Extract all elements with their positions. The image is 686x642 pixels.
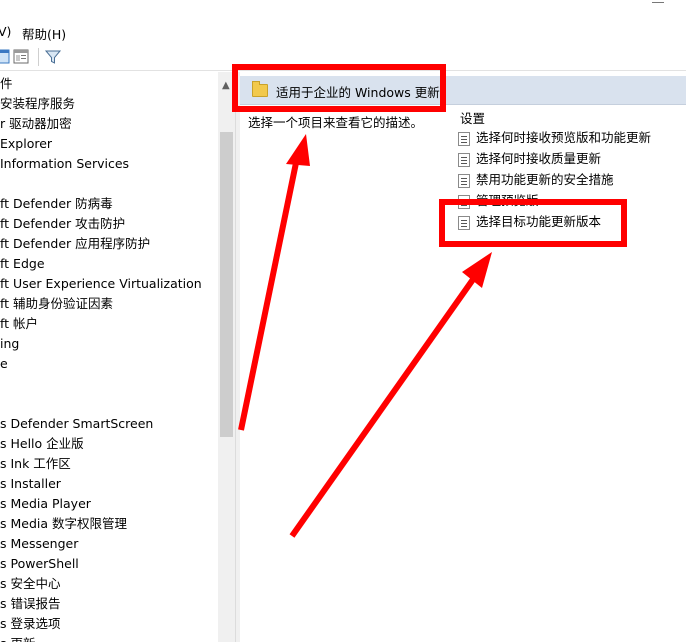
tree-item[interactable]: e: [0, 354, 8, 374]
annotation-box-setting: [439, 199, 627, 247]
menu-help[interactable]: 帮助(H): [22, 24, 66, 43]
tree-scrollbar[interactable]: ▲: [218, 72, 235, 642]
policy-setting-label: 选择何时接收质量更新: [476, 151, 602, 166]
details-pane: 适用于企业的 Windows 更新 选择一个项目来查看它的描述。 设置 选择何时…: [240, 72, 686, 642]
filter-icon[interactable]: [44, 48, 62, 66]
tree-item[interactable]: Information Services: [0, 154, 129, 174]
gpedit-window: V) 帮助(H) 件 安装程序服务 r 驱动器加密 Explorer Infor…: [0, 0, 686, 642]
tree-item[interactable]: ft 帐户: [0, 314, 38, 334]
tree-item[interactable]: s Ink 工作区: [0, 454, 71, 474]
scroll-up-icon[interactable]: ▲: [222, 80, 230, 91]
toolbar-separator: [38, 48, 39, 66]
tree-item[interactable]: ft Defender 应用程序防护: [0, 234, 150, 254]
tree-item[interactable]: s PowerShell: [0, 554, 79, 574]
tree-item[interactable]: ft User Experience Virtualization: [0, 274, 202, 294]
tree-item[interactable]: s Media Player: [0, 494, 91, 514]
tree-item[interactable]: ing: [0, 334, 19, 354]
tree-item[interactable]: s 登录选项: [0, 614, 61, 634]
tree-item[interactable]: r 驱动器加密: [0, 114, 72, 134]
tree-item[interactable]: s 更新: [0, 634, 36, 642]
tree-item[interactable]: s Installer: [0, 474, 61, 494]
setting-policy-icon: [458, 174, 470, 188]
tree-item[interactable]: s Defender SmartScreen: [0, 414, 153, 434]
tree-item[interactable]: ft 辅助身份验证因素: [0, 294, 113, 314]
console-tree-icon[interactable]: [0, 48, 12, 66]
tree-item[interactable]: s 错误报告: [0, 594, 61, 614]
tree-item[interactable]: s Media 数字权限管理: [0, 514, 127, 534]
tree-item[interactable]: s 安全中心: [0, 574, 61, 594]
description-text: 选择一个项目来查看它的描述。: [248, 115, 424, 130]
policy-setting-label: 选择何时接收预览版和功能更新: [476, 130, 652, 145]
tree-item[interactable]: s Messenger: [0, 534, 78, 554]
policy-tree: 件 安装程序服务 r 驱动器加密 Explorer Information Se…: [0, 72, 218, 642]
settings-column-header[interactable]: 设置: [460, 108, 485, 127]
tree-item[interactable]: ft Defender 攻击防护: [0, 214, 125, 234]
tree-item[interactable]: 件: [0, 74, 13, 94]
properties-icon[interactable]: [12, 48, 30, 66]
tree-item[interactable]: ft Edge: [0, 254, 45, 274]
tree-item[interactable]: 安装程序服务: [0, 94, 75, 114]
menu-view[interactable]: V): [0, 24, 11, 39]
tree-item[interactable]: s Hello 企业版: [0, 434, 84, 454]
menu-bar: V) 帮助(H): [0, 0, 686, 44]
policy-setting-label: 禁用功能更新的安全措施: [476, 172, 614, 187]
tree-item[interactable]: ft Defender 防病毒: [0, 194, 113, 214]
scrollbar-thumb[interactable]: [220, 132, 233, 437]
annotation-box-header: [232, 64, 446, 112]
minimize-icon[interactable]: [652, 2, 664, 3]
setting-policy-icon: [458, 132, 470, 146]
tree-item[interactable]: Explorer: [0, 134, 52, 154]
setting-policy-icon: [458, 153, 470, 167]
